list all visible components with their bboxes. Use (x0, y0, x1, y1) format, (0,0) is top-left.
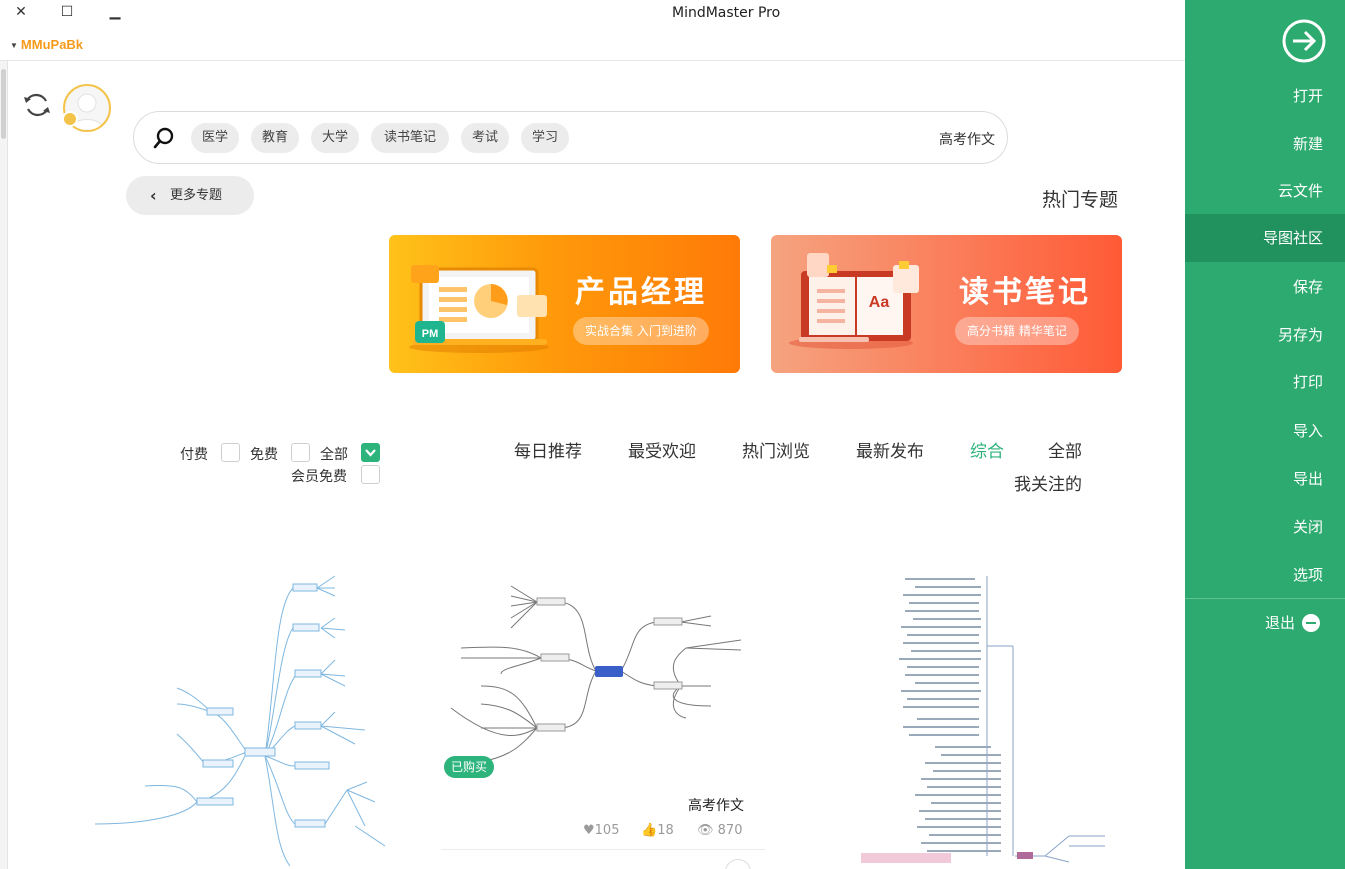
search-icon[interactable] (152, 126, 176, 150)
checkbox-all[interactable] (361, 443, 380, 462)
checkbox-member-free[interactable] (361, 465, 380, 484)
tab-following[interactable]: 我关注的 (1014, 470, 1082, 495)
scrollbar-thumb[interactable] (1, 69, 6, 139)
checkbox-all-label: 全部 (320, 447, 348, 463)
user-name: MMuPaBk (20, 37, 84, 52)
sidebar-item-save-as[interactable]: 另存为 (1185, 311, 1345, 359)
vip-badge-icon (62, 111, 78, 127)
sidebar-item-label: 退出 (1265, 614, 1296, 632)
svg-text:Aa: Aa (869, 294, 890, 311)
template-card[interactable]: 高考作文 👁 870 👍18 ♥105 (441, 566, 765, 869)
back-arrow-icon[interactable] (1281, 18, 1327, 64)
card-title[interactable]: 高考作文 (688, 795, 744, 815)
sidebar-item-print[interactable]: 打印 (1185, 358, 1345, 406)
sidebar-item-options[interactable]: 选项 (1185, 551, 1345, 599)
more-topics-label: 更多专题 (170, 188, 223, 203)
user-menu[interactable]: ▼ MMuPaBk (10, 37, 83, 52)
eye-icon: 👁 (697, 823, 714, 838)
sidebar-item-export[interactable]: 导出 (1185, 455, 1345, 503)
purchased-badge: 已购买 (444, 756, 494, 778)
search-input[interactable]: 高考作文 (939, 129, 995, 149)
mindmap-thumbnail (861, 576, 1105, 863)
sidebar-item-community[interactable]: 导图社区 (1185, 214, 1345, 262)
chevron-left-icon: ‹ (150, 186, 157, 205)
search-tag[interactable]: 医学 (191, 123, 239, 153)
tab-daily-recommend[interactable]: 每日推荐 (514, 437, 582, 462)
template-card[interactable] (855, 566, 1121, 866)
minimize-window-icon[interactable]: ▁ (104, 3, 126, 23)
tab-hot-views[interactable]: 热门浏览 (742, 437, 810, 462)
mindmap-thumbnail (450, 585, 742, 763)
search-tag[interactable]: 学习 (521, 123, 569, 153)
mindmap-thumbnail (94, 575, 386, 867)
view-count-value: 870 (717, 823, 743, 838)
sidebar-item-label: 选项 (1292, 566, 1323, 584)
sidebar-item-import[interactable]: 导入 (1185, 407, 1345, 455)
checkbox-member-free-label: 会员免费 (291, 469, 347, 485)
laptop-chart-icon: PM (409, 265, 549, 353)
title-bar: ✕ ☐ ▁ MindMaster Pro (0, 0, 1185, 30)
sidebar-item-cloud-files[interactable]: 云文件 (1185, 167, 1345, 215)
sidebar-item-label: 打开 (1292, 87, 1323, 105)
card-divider (441, 849, 765, 850)
sidebar-item-label: 打印 (1292, 373, 1323, 391)
window-title: MindMaster Pro (672, 5, 781, 21)
sidebar-item-new[interactable]: 新建 (1185, 120, 1345, 168)
sidebar-item-label: 关闭 (1292, 518, 1323, 536)
sidebar-item-open[interactable]: 打开 (1185, 72, 1345, 120)
app-window: ✕ ☐ ▁ MindMaster Pro ▼ MMuPaBk 医学 教育 大学 读… (0, 0, 1345, 869)
sidebar-item-exit[interactable]: 退出 (1185, 599, 1345, 647)
maximize-window-icon[interactable]: ☐ (56, 3, 78, 23)
close-window-icon[interactable]: ✕ (10, 3, 32, 23)
more-topics-button[interactable]: ‹ 更多专题 (126, 176, 254, 215)
checkbox-paid[interactable] (221, 443, 240, 462)
refresh-icon[interactable] (20, 88, 54, 122)
search-tag[interactable]: 教育 (251, 123, 299, 153)
section-title: 热门专题 (1042, 189, 1119, 211)
sidebar-item-label: 另存为 (1277, 326, 1323, 344)
thumbs-up-icon: 👍 (641, 823, 658, 838)
author-avatar[interactable] (725, 859, 751, 869)
checkbox-free[interactable] (291, 443, 310, 462)
checkbox-free-label: 免费 (250, 447, 278, 463)
template-card[interactable] (85, 566, 410, 867)
banner-subtitle: 高分书籍 精华笔记 (955, 317, 1079, 345)
tab-latest[interactable]: 最新发布 (856, 437, 924, 462)
book-notes-icon: Aa (789, 253, 919, 349)
svg-text:PM: PM (422, 328, 439, 340)
search-bar[interactable]: 医学 教育 大学 读书笔记 考试 学习 高考作文 (133, 111, 1008, 164)
view-count: 👁 870 (697, 823, 742, 838)
sidebar-item-label: 导入 (1292, 422, 1323, 440)
banner-title: 产品经理 (575, 275, 707, 310)
sidebar-item-save[interactable]: 保存 (1185, 263, 1345, 311)
favorite-count-value: 105 (594, 823, 620, 838)
sidebar-item-close[interactable]: 关闭 (1185, 503, 1345, 551)
topic-banner-reading-notes[interactable]: Aa 读书笔记 高分书籍 精华笔记 (771, 235, 1122, 373)
tab-comprehensive[interactable]: 综合 (970, 437, 1004, 462)
scrollbar[interactable] (0, 61, 8, 869)
sidebar-item-label: 云文件 (1277, 182, 1323, 200)
search-tag[interactable]: 读书笔记 (371, 123, 449, 153)
tab-all[interactable]: 全部 (1048, 437, 1082, 462)
banner-title: 读书笔记 (959, 275, 1091, 310)
sidebar-item-label: 新建 (1292, 135, 1323, 153)
divider (0, 60, 1185, 61)
search-tag[interactable]: 大学 (311, 123, 359, 153)
sidebar: 打开 新建 云文件 导图社区 保存 另存为 打印 导入 导出 关闭 选项 退出 (1185, 0, 1345, 869)
minus-circle-icon (1302, 614, 1320, 632)
search-tag[interactable]: 考试 (461, 123, 509, 153)
sidebar-item-label: 导出 (1292, 470, 1323, 488)
checkbox-paid-label: 付费 (180, 447, 208, 463)
banner-subtitle: 实战合集 入门到进阶 (573, 317, 709, 345)
sidebar-item-label: 保存 (1292, 278, 1323, 296)
like-count-value: 18 (657, 823, 674, 838)
favorite-count[interactable]: ♥105 (583, 823, 619, 838)
caret-down-icon: ▼ (10, 41, 18, 51)
sidebar-item-label: 导图社区 (1262, 229, 1323, 247)
like-count[interactable]: 👍18 (641, 823, 674, 838)
check-icon (365, 449, 376, 457)
topic-banner-product-manager[interactable]: PM 产品经理 实战合集 入门到进阶 (389, 235, 740, 373)
heart-icon: ♥ (583, 823, 595, 838)
tab-most-popular[interactable]: 最受欢迎 (628, 437, 696, 462)
